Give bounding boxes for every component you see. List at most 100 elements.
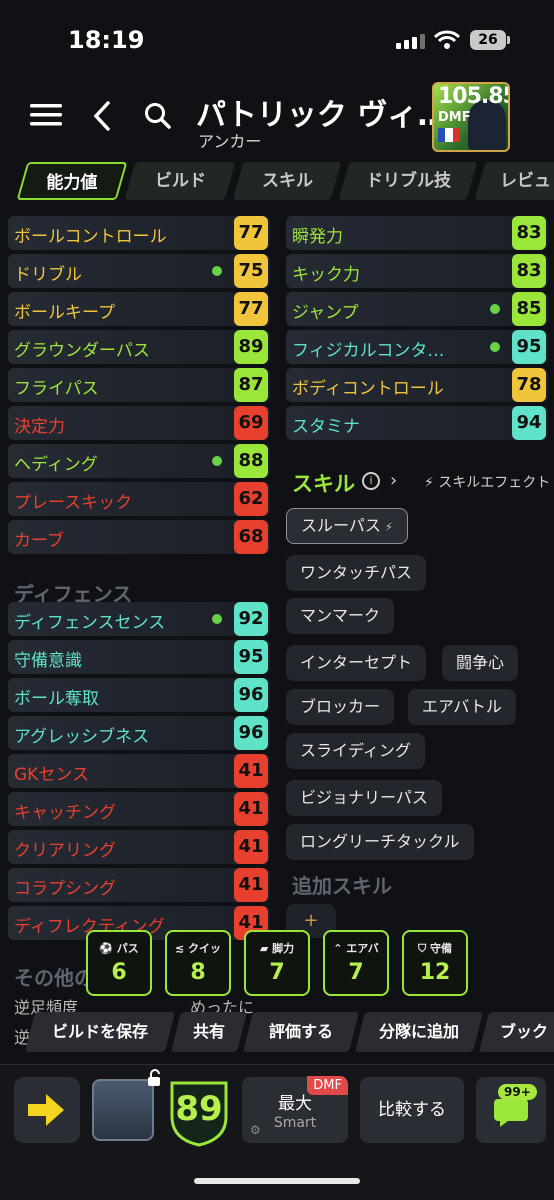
boost-dot-icon (212, 456, 222, 466)
back-icon[interactable] (92, 100, 112, 132)
stat-value: 78 (512, 368, 546, 402)
bolt-icon: ⚡ (380, 520, 394, 534)
physical-stat-row[interactable]: ジャンプ 85 (286, 292, 548, 326)
share-button[interactable]: 共有 (171, 1012, 247, 1052)
compare-button[interactable]: 比較する (360, 1077, 464, 1143)
defense-stat-row[interactable]: アグレッシブネス 96 (8, 716, 270, 750)
overlay-stat-label-text: 脚力 (272, 942, 295, 955)
overlay-stat-box[interactable]: ⚽ パス 6 (86, 930, 152, 996)
add-to-squad-button[interactable]: 分隊に追加 (355, 1012, 483, 1052)
skill-chip-label: マンマーク (300, 606, 381, 625)
stat-value: 68 (234, 520, 268, 554)
skills-title[interactable]: スキル (292, 468, 355, 498)
unlock-icon (148, 1069, 160, 1086)
defense-stat-row[interactable]: 守備意識 95 (8, 640, 270, 674)
skill-chip[interactable]: スライディング (286, 733, 425, 769)
overlay-stat-label: ≲ クイッ (167, 940, 229, 956)
manager-avatar[interactable] (92, 1079, 154, 1141)
attack-stat-row[interactable]: ボールキープ 77 (8, 292, 270, 326)
defense-stat-row[interactable]: クリアリング 41 (8, 830, 270, 864)
save-build-button[interactable]: ビルドを保存 (25, 1012, 175, 1052)
tab-build[interactable]: ビルド (124, 162, 236, 200)
battery-indicator: 26 (470, 30, 510, 50)
skill-chip[interactable]: スルーパス ⚡ (286, 508, 409, 544)
overlay-stat-label: ⚽ パス (88, 940, 150, 956)
search-icon[interactable] (144, 102, 172, 130)
stat-label: コラプシング (14, 879, 116, 899)
tab-skills[interactable]: スキル (232, 162, 342, 200)
skill-chip[interactable]: ロングリーチタックル (286, 824, 474, 860)
arrow-button[interactable] (14, 1077, 80, 1143)
attack-stat-row[interactable]: ボールコントロール 77 (8, 216, 270, 250)
arrow-right-icon (28, 1094, 64, 1126)
stat-label: ボールコントロール (14, 227, 167, 247)
skill-chip[interactable]: インターセプト (286, 645, 427, 681)
status-time: 18:19 (68, 26, 145, 54)
defense-stat-row[interactable]: ボール奪取 96 (8, 678, 270, 712)
tab-bar: 能力値 ビルド スキル ドリブル技 レビュ (0, 162, 554, 202)
player-card[interactable]: 105.85 DMF (432, 82, 510, 152)
attack-stat-row[interactable]: ドリブル 75 (8, 254, 270, 288)
physical-stat-row[interactable]: スタミナ 94 (286, 406, 548, 440)
stat-label: 決定力 (14, 417, 65, 437)
overlay-stat-box[interactable]: ▰ 脚力 7 (244, 930, 310, 996)
menu-icon[interactable] (30, 102, 62, 128)
max-smart-button[interactable]: 最大 Smart DMF ⚙ (242, 1076, 348, 1143)
stat-value: 95 (512, 330, 546, 364)
overlay-stat-box[interactable]: ⌃ エアバ 7 (323, 930, 389, 996)
tab-dribble-moves[interactable]: ドリブル技 (338, 162, 478, 200)
skill-chip-label: エアバトル (422, 697, 502, 716)
attack-stat-row[interactable]: グラウンダーパス 89 (8, 330, 270, 364)
attack-stat-row[interactable]: プレースキック 62 (8, 482, 270, 516)
skill-chip[interactable]: マンマーク (286, 598, 395, 634)
defense-stat-row[interactable]: コラプシング 41 (8, 868, 270, 902)
bookmark-button[interactable]: ブック (479, 1012, 554, 1052)
defense-stat-row[interactable]: GKセンス 41 (8, 754, 270, 788)
info-icon[interactable]: i (362, 472, 380, 490)
stat-value: 92 (234, 602, 268, 636)
overlay-stat-value: 12 (419, 960, 451, 985)
overlay-stat-box[interactable]: ≲ クイッ 8 (165, 930, 231, 996)
physical-stat-row[interactable]: キック力 83 (286, 254, 548, 288)
skill-chip-label: インターセプト (300, 653, 413, 672)
skill-chip[interactable]: 闘争心 (442, 645, 519, 681)
stat-value: 41 (234, 754, 268, 788)
tab-review[interactable]: レビュ (474, 162, 554, 200)
defense-stat-row[interactable]: ディフェンスセンス 92 (8, 602, 270, 636)
shield-icon: ⛉ (417, 942, 431, 955)
stat-label: アグレッシブネス (14, 727, 150, 747)
rate-button[interactable]: 評価する (243, 1012, 359, 1052)
attack-stat-row[interactable]: フライパス 87 (8, 368, 270, 402)
cellular-signal-icon (396, 34, 425, 49)
attack-stat-row[interactable]: 決定力 69 (8, 406, 270, 440)
skill-chip[interactable]: ワンタッチパス (286, 555, 427, 591)
chevrons-up-icon: ⌃ (333, 942, 347, 955)
skill-chip[interactable]: ブロッカー (286, 689, 395, 725)
stat-value: 83 (512, 216, 546, 250)
defense-stat-row[interactable]: キャッチング 41 (8, 792, 270, 826)
card-rating: 105.85 (438, 84, 510, 109)
player-position-label: アンカー (198, 132, 262, 151)
stat-value: 83 (512, 254, 546, 288)
stat-label: ジャンプ (292, 303, 359, 323)
skill-effect-link[interactable]: ⚡ スキルエフェクト (424, 472, 550, 492)
stat-label: ボール奪取 (14, 689, 99, 709)
tab-stats[interactable]: 能力値 (16, 162, 128, 200)
skill-chip[interactable]: ビジョナリーパス (286, 780, 442, 816)
overlay-stat-box[interactable]: ⛉ 守備 12 (402, 930, 468, 996)
chevron-right-icon[interactable]: › (390, 470, 397, 491)
skill-chip[interactable]: エアバトル (408, 689, 516, 725)
physical-stat-row[interactable]: フィジカルコンタ… 95 (286, 330, 548, 364)
stat-value: 88 (234, 444, 268, 478)
stat-label: フライパス (14, 379, 99, 399)
stat-value: 96 (234, 678, 268, 712)
skill-chip-label: 闘争心 (456, 653, 505, 672)
gear-icon: ⚙ (250, 1123, 261, 1137)
action-bar: ビルドを保存 共有 評価する 分隊に追加 ブック (0, 1006, 554, 1052)
physical-stat-row[interactable]: 瞬発力 83 (286, 216, 548, 250)
physical-stat-row[interactable]: ボディコントロール 78 (286, 368, 548, 402)
attack-stat-row[interactable]: カーブ 68 (8, 520, 270, 554)
attack-stat-row[interactable]: ヘディング 88 (8, 444, 270, 478)
stat-label: 守備意識 (14, 651, 82, 671)
extra-skills-title: 追加スキル (292, 874, 392, 898)
